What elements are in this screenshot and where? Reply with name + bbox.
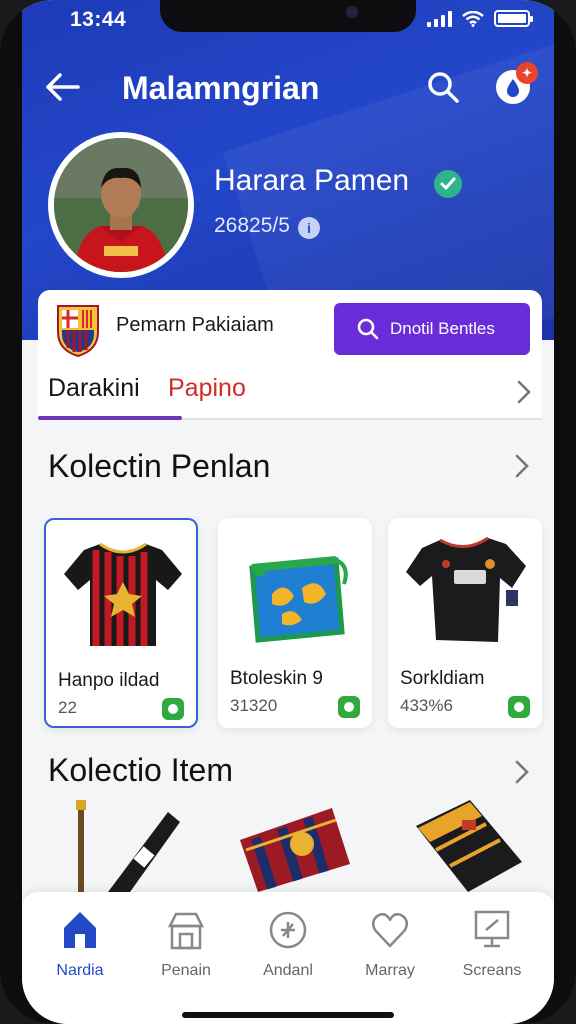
items-section-title: Kolectio Item	[48, 752, 233, 788]
discover-button[interactable]: Dnotil Bentles	[334, 303, 530, 355]
user-id: 26825/5	[214, 214, 290, 237]
nav-item-penain[interactable]: Penain	[134, 908, 238, 988]
club-crest-icon	[57, 305, 99, 358]
notification-button[interactable]: ✦	[496, 62, 538, 104]
verified-check-icon	[434, 170, 462, 198]
app-title: Malamngrian	[122, 70, 320, 106]
home-indicator[interactable]	[182, 1012, 394, 1018]
user-name: Harara Pamen	[214, 164, 410, 197]
avatar-photo	[54, 138, 188, 272]
card-value: 31320	[230, 696, 278, 715]
status-badge	[162, 698, 184, 720]
top-app-bar: Malamngrian ✦	[22, 62, 554, 114]
nav-label: Andanl	[263, 962, 313, 979]
red-black-jersey-icon	[64, 542, 182, 646]
search-icon[interactable]	[424, 68, 462, 106]
avatar[interactable]	[48, 132, 194, 278]
monitor-icon	[474, 910, 510, 948]
club-bag-icon[interactable]	[236, 800, 356, 892]
black-jersey-icon	[406, 536, 526, 642]
tab-papino[interactable]: Papino	[168, 374, 246, 403]
chevron-right-icon[interactable]	[512, 758, 532, 786]
nav-label: Screans	[462, 962, 522, 979]
bottom-nav: Nardia Penain Andanl Marray Screans	[22, 892, 554, 1024]
battery-icon	[494, 10, 533, 27]
club-card: Pemarn Pakiaiam Dnotil Bentles Darakini …	[38, 290, 542, 420]
card-value: 22	[58, 698, 77, 717]
card-title: Hanpo ildad	[58, 670, 160, 691]
app-screen: 13:44 Malamngrian ✦ Harara Pamen 26825/5…	[22, 0, 554, 1024]
player-photo-icon	[54, 138, 188, 272]
card-title: Sorkldiam	[400, 668, 485, 689]
collection-card[interactable]: Hanpo ildad 22	[44, 518, 198, 728]
status-time: 13:44	[70, 8, 127, 31]
nav-label: Nardia	[56, 962, 104, 979]
active-tab-indicator	[38, 416, 182, 420]
nav-item-marray[interactable]: Marray	[338, 908, 442, 988]
signal-icon	[427, 10, 452, 27]
phone-frame: 13:44 Malamngrian ✦ Harara Pamen 26825/5…	[0, 0, 576, 1024]
club-name: Pemarn Pakiaiam	[116, 314, 274, 336]
scarf-box-icon[interactable]	[410, 800, 530, 892]
wifi-icon	[462, 10, 484, 27]
back-arrow-icon[interactable]	[44, 70, 82, 104]
notification-badge: ✦	[516, 62, 538, 84]
nav-label: Penain	[161, 962, 211, 979]
status-badge	[508, 696, 530, 718]
nav-item-nardia[interactable]: Nardia	[28, 908, 132, 988]
collection-card[interactable]: Btoleskin 9 31320	[218, 518, 372, 728]
store-icon	[167, 912, 205, 950]
card-title: Btoleskin 9	[230, 668, 323, 689]
camera-icon	[346, 6, 358, 18]
tab-darakini[interactable]: Darakini	[48, 374, 140, 403]
scarf-bat-icon[interactable]	[68, 800, 188, 892]
collection-section-title: Kolectin Penlan	[48, 448, 271, 484]
tab-bar: Darakini Papino	[38, 374, 542, 420]
nav-item-screans[interactable]: Screans	[440, 908, 544, 988]
camera-notch	[160, 0, 416, 32]
nav-item-andanl[interactable]: Andanl	[236, 908, 340, 988]
discover-button-label: Dnotil Bentles	[390, 319, 495, 338]
card-value: 433%6	[400, 696, 453, 715]
collection-card[interactable]: Sorkldiam 433%6	[388, 518, 542, 728]
nav-label: Marray	[365, 962, 415, 979]
tab-divider	[182, 418, 542, 420]
home-icon	[64, 912, 96, 948]
compass-icon	[269, 911, 307, 949]
status-badge	[338, 696, 360, 718]
info-icon[interactable]: i	[298, 217, 320, 239]
search-icon	[357, 318, 379, 340]
chevron-right-icon[interactable]	[512, 452, 532, 480]
pouch-icon	[249, 556, 348, 643]
heart-icon	[371, 912, 409, 948]
chevron-right-icon[interactable]	[514, 378, 534, 406]
status-icons	[427, 10, 533, 27]
